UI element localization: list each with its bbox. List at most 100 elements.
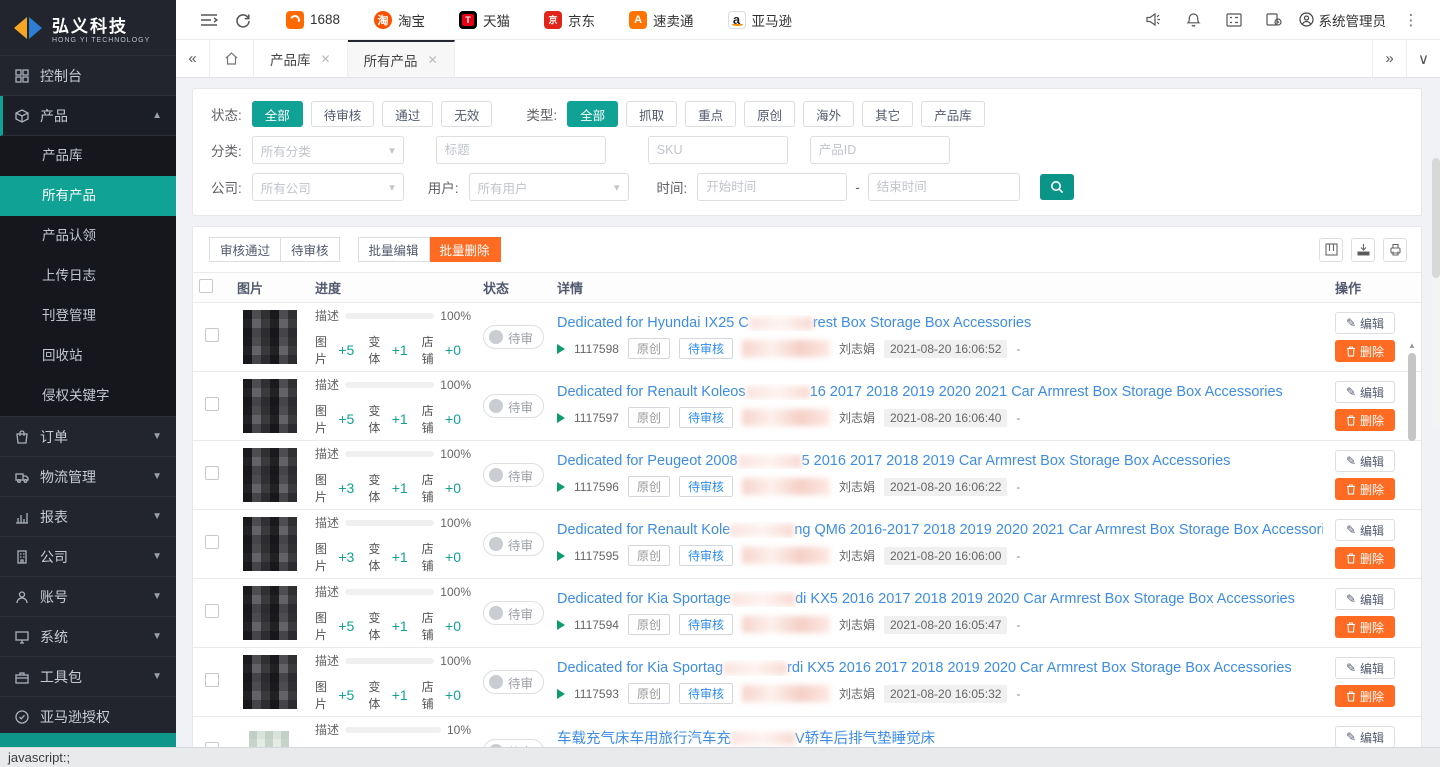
sidebar-item-infringing-keywords[interactable]: 侵权关键字 [0, 376, 176, 416]
category-select[interactable]: 所有分类 ▾ [252, 136, 404, 164]
type-filter-key[interactable]: 重点 [685, 101, 736, 127]
marketplace-taobao[interactable]: 淘 淘宝 [374, 10, 425, 30]
delete-button[interactable]: 删除 [1335, 409, 1395, 431]
play-icon[interactable] [557, 482, 565, 492]
edit-button[interactable]: ✎ 编辑 [1335, 726, 1395, 747]
title-input[interactable] [436, 136, 606, 164]
play-icon[interactable] [557, 689, 565, 699]
select-all-checkbox[interactable] [199, 279, 213, 293]
user-select[interactable]: 所有用户 ▾ [469, 173, 629, 201]
edit-button[interactable]: ✎ 编辑 [1335, 519, 1395, 541]
sidebar-item-recycle-bin[interactable]: 回收站 [0, 336, 176, 376]
tabs-menu-icon[interactable]: ∨ [1406, 40, 1440, 77]
play-icon[interactable] [557, 413, 565, 423]
scrollbar-thumb[interactable] [1408, 353, 1416, 441]
notifications-bell-icon[interactable] [1179, 5, 1209, 35]
batch-delete-button[interactable]: 批量删除 [430, 237, 501, 262]
tabs-scroll-right-icon[interactable]: » [1372, 40, 1406, 77]
tasks-icon[interactable] [1259, 5, 1289, 35]
user-menu[interactable]: 系统管理员 [1299, 10, 1387, 30]
delete-button[interactable]: 删除 [1335, 478, 1395, 500]
sidebar-item-product-library[interactable]: 产品库 [0, 136, 176, 176]
marketplace-tmall[interactable]: T 天猫 [459, 10, 510, 30]
marketplace-aliexpress[interactable]: A 速卖通 [629, 10, 694, 30]
scroll-up-icon[interactable]: ▲ [1406, 339, 1418, 351]
delete-button[interactable]: 删除 [1335, 616, 1395, 638]
type-filter-other[interactable]: 其它 [862, 101, 913, 127]
type-filter-library[interactable]: 产品库 [921, 101, 985, 127]
product-id-input[interactable] [810, 136, 950, 164]
refresh-icon[interactable] [228, 5, 258, 35]
sidebar-item-upload-log[interactable]: 上传日志 [0, 256, 176, 296]
play-icon[interactable] [557, 551, 565, 561]
tabs-scroll-left-icon[interactable]: « [176, 40, 210, 77]
edit-button[interactable]: ✎ 编辑 [1335, 312, 1395, 334]
product-title-link[interactable]: 车载充气床车用旅行汽车充V轿车后排气垫睡觉床 [557, 727, 1323, 748]
marketplace-jd[interactable]: 京 京东 [544, 10, 595, 30]
status-filter-approved[interactable]: 通过 [382, 101, 433, 127]
sidebar-item-product-claim[interactable]: 产品认领 [0, 216, 176, 256]
type-filter-all[interactable]: 全部 [567, 101, 618, 127]
status-filter-invalid[interactable]: 无效 [441, 101, 492, 127]
sidebar-item-orders[interactable]: 订单 ▼ [0, 417, 176, 457]
product-title-link[interactable]: Dedicated for Renault Koleng QM6 2016-20… [557, 522, 1323, 538]
play-icon[interactable] [557, 620, 565, 630]
sku-input[interactable] [648, 136, 788, 164]
search-button[interactable] [1040, 174, 1074, 200]
column-settings-icon[interactable] [1319, 238, 1343, 262]
page-scrollbar-thumb[interactable] [1432, 158, 1440, 278]
print-icon[interactable] [1383, 238, 1407, 262]
announcement-icon[interactable] [1139, 5, 1169, 35]
sidebar-item-reports[interactable]: 报表 ▼ [0, 497, 176, 537]
edit-button[interactable]: ✎ 编辑 [1335, 381, 1395, 403]
set-pending-button[interactable]: 待审核 [281, 237, 340, 262]
row-checkbox[interactable] [205, 328, 219, 342]
close-tab-icon[interactable]: ✕ [428, 53, 438, 67]
row-checkbox[interactable] [205, 742, 219, 748]
sidebar-item-product[interactable]: 产品 ▲ [0, 96, 176, 136]
row-checkbox[interactable] [205, 466, 219, 480]
sidebar-item-all-products[interactable]: 所有产品 [0, 176, 176, 216]
export-icon[interactable] [1351, 238, 1375, 262]
product-image[interactable] [243, 310, 297, 364]
sidebar-item-dashboard[interactable]: 控制台 [0, 56, 176, 96]
home-tab[interactable] [210, 40, 254, 77]
row-checkbox[interactable] [205, 604, 219, 618]
product-image[interactable] [243, 379, 297, 433]
brand-logo[interactable]: 弘义科技 HONG YI TECHNOLOGY [0, 0, 176, 56]
product-image[interactable] [243, 655, 297, 709]
sidebar-item-amazon-auth[interactable]: 亚马逊授权 [0, 697, 176, 733]
marketplace-1688[interactable]: 1688 [286, 11, 340, 29]
product-image[interactable] [249, 731, 289, 747]
page-scrollbar[interactable] [1432, 158, 1440, 428]
sidebar-item-accounts[interactable]: 账号 ▼ [0, 577, 176, 617]
play-icon[interactable] [557, 344, 565, 354]
end-time-input[interactable] [868, 173, 1020, 201]
product-title-link[interactable]: Dedicated for Renault Koleos16 2017 2018… [557, 384, 1323, 400]
product-image[interactable] [243, 448, 297, 502]
marketplace-amazon[interactable]: a 亚马逊 [728, 10, 793, 30]
type-filter-original[interactable]: 原创 [744, 101, 795, 127]
delete-button[interactable]: 删除 [1335, 685, 1395, 707]
tab-all-products[interactable]: 所有产品 ✕ [348, 40, 455, 77]
type-filter-scraped[interactable]: 抓取 [626, 101, 677, 127]
sidebar-item-system[interactable]: 系统 ▼ [0, 617, 176, 657]
company-select[interactable]: 所有公司 ▾ [252, 173, 404, 201]
approve-button[interactable]: 审核通过 [209, 237, 281, 262]
product-title-link[interactable]: Dedicated for Hyundai IX25 Crest Box Sto… [557, 315, 1323, 331]
collapse-sidebar-icon[interactable] [194, 5, 224, 35]
sidebar-item-listing-management[interactable]: 刊登管理 [0, 296, 176, 336]
delete-button[interactable]: 删除 [1335, 340, 1395, 362]
status-filter-pending[interactable]: 待审核 [311, 101, 375, 127]
tab-product-library[interactable]: 产品库 ✕ [254, 40, 348, 77]
sidebar-item-company[interactable]: 公司 ▼ [0, 537, 176, 577]
product-image[interactable] [243, 517, 297, 571]
product-title-link[interactable]: Dedicated for Kia Sportagrdi KX5 2016 20… [557, 660, 1323, 676]
sidebar-item-logistics[interactable]: 物流管理 ▼ [0, 457, 176, 497]
edit-button[interactable]: ✎ 编辑 [1335, 450, 1395, 472]
row-checkbox[interactable] [205, 397, 219, 411]
row-checkbox[interactable] [205, 535, 219, 549]
edit-button[interactable]: ✎ 编辑 [1335, 588, 1395, 610]
type-filter-overseas[interactable]: 海外 [803, 101, 854, 127]
delete-button[interactable]: 删除 [1335, 547, 1395, 569]
